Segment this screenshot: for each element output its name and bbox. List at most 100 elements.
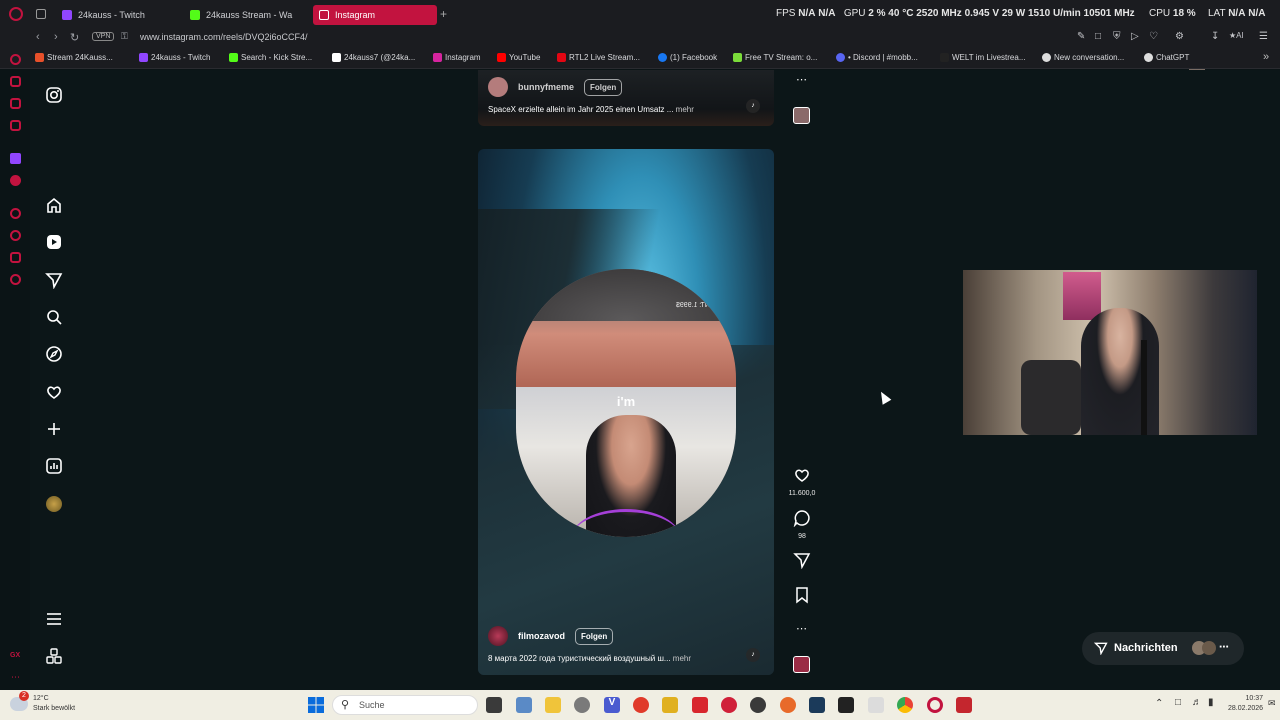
- extensions-icon[interactable]: ⚙: [1175, 31, 1184, 42]
- app-icon[interactable]: [662, 697, 678, 713]
- calculator-icon[interactable]: [516, 697, 532, 713]
- obs-icon[interactable]: [750, 697, 766, 713]
- snapshot-icon[interactable]: □: [1095, 31, 1101, 42]
- windows-start-icon[interactable]: [308, 697, 324, 713]
- bookmark-item[interactable]: WELT im Livestrea...: [940, 53, 1026, 62]
- reel-previous[interactable]: bunnyfmeme Folgen SpaceX erzielte allein…: [478, 70, 774, 126]
- steam-icon[interactable]: [809, 697, 825, 713]
- shield-icon[interactable]: ⛨: [1113, 31, 1121, 42]
- download-icon[interactable]: ↧: [1211, 31, 1219, 42]
- pin-icon[interactable]: ✎: [1077, 31, 1085, 42]
- app-icon[interactable]: [868, 697, 884, 713]
- bookmark-item[interactable]: • Discord | #mobb...: [836, 53, 918, 62]
- reel-caption[interactable]: SpaceX erzielte allein im Jahr 2025 eine…: [488, 105, 694, 114]
- forward-button[interactable]: ›: [54, 31, 58, 43]
- tab-instagram[interactable]: Instagram: [313, 5, 437, 25]
- tab-twitch[interactable]: 24kauss - Twitch: [56, 5, 174, 25]
- opera-music-icon[interactable]: [10, 175, 21, 186]
- battery-icon[interactable]: ▮: [1208, 697, 1214, 708]
- back-button[interactable]: ‹: [36, 31, 40, 43]
- bookmark-item[interactable]: Stream 24Kauss...: [35, 53, 113, 62]
- mouse-app-icon[interactable]: [574, 697, 590, 713]
- reels-icon[interactable]: [45, 233, 63, 251]
- app-icon[interactable]: [780, 697, 796, 713]
- explore-icon[interactable]: [45, 345, 63, 363]
- like-button[interactable]: 11.600,0: [789, 466, 815, 497]
- gx-icon[interactable]: GX: [10, 652, 20, 659]
- bookmark-item[interactable]: Search - Kick Stre...: [229, 53, 312, 62]
- comment-button[interactable]: 98: [792, 509, 812, 540]
- network-icon[interactable]: □: [1175, 697, 1181, 708]
- file-explorer-icon[interactable]: [545, 697, 561, 713]
- lock-icon[interactable]: ⚿: [121, 31, 128, 42]
- direct-send-icon[interactable]: [45, 271, 63, 289]
- mute-icon[interactable]: ♪: [746, 99, 760, 113]
- bookmark-item[interactable]: 24kauss7 (@24ka...: [332, 53, 415, 62]
- taskbar-search[interactable]: ⚲ Suche: [332, 695, 478, 715]
- messages-button[interactable]: Nachrichten ⋯: [1082, 632, 1244, 665]
- more-options-icon[interactable]: ⋯: [796, 622, 807, 635]
- more-link[interactable]: mehr: [673, 654, 691, 663]
- audio-thumbnail[interactable]: [793, 656, 810, 673]
- create-icon[interactable]: [45, 420, 63, 438]
- menu-icon[interactable]: ☰: [1259, 31, 1268, 42]
- opera-gx-taskbar-icon[interactable]: [633, 697, 649, 713]
- app-icon[interactable]: [721, 697, 737, 713]
- more-link[interactable]: mehr: [676, 105, 694, 114]
- home-icon[interactable]: [45, 196, 63, 214]
- reel-current[interactable]: NT: 1.999$ i'm filmozavod Folgen 8 марта…: [478, 149, 774, 675]
- taskbar-clock[interactable]: 10:37 28.02.2026: [1228, 694, 1263, 714]
- author-avatar[interactable]: [488, 77, 508, 97]
- bookmark-item[interactable]: YouTube: [497, 53, 540, 62]
- notifications-heart-icon[interactable]: [45, 383, 63, 401]
- extensions-sidebar-icon[interactable]: [10, 252, 21, 263]
- dashboard-icon[interactable]: [45, 457, 63, 475]
- more-menu-icon[interactable]: [45, 610, 63, 628]
- author-avatar[interactable]: [488, 626, 508, 646]
- mute-icon[interactable]: ♪: [746, 648, 760, 662]
- author-username[interactable]: bunnyfmeme: [518, 82, 574, 92]
- more-options-icon[interactable]: ⋯: [796, 73, 807, 86]
- heart-icon[interactable]: ♡: [1149, 31, 1158, 42]
- tab-workspace-icon[interactable]: [36, 9, 46, 19]
- also-from-meta-icon[interactable]: [45, 647, 63, 665]
- url-field[interactable]: www.instagram.com/reels/DVQ2i6oCCF4/: [140, 32, 308, 42]
- app-icon[interactable]: [838, 697, 854, 713]
- volume-icon[interactable]: ♬: [1192, 697, 1202, 708]
- aria-icon[interactable]: [10, 76, 21, 87]
- share-button[interactable]: [792, 551, 812, 574]
- search-icon[interactable]: [45, 308, 63, 326]
- tab-kick[interactable]: 24kauss Stream - Wa: [184, 5, 306, 25]
- bookmark-item[interactable]: RTL2 Live Stream...: [557, 53, 640, 62]
- app-icon[interactable]: [692, 697, 708, 713]
- bookmark-item[interactable]: Instagram: [433, 53, 481, 62]
- bookmark-item[interactable]: Free TV Stream: o...: [733, 53, 817, 62]
- follow-button[interactable]: Folgen: [575, 627, 614, 645]
- save-button[interactable]: [792, 586, 812, 609]
- app-icon[interactable]: [956, 697, 972, 713]
- bookmark-item[interactable]: New conversation...: [1042, 53, 1124, 62]
- settings-icon[interactable]: [10, 274, 21, 285]
- speed-dial-icon[interactable]: [10, 54, 21, 65]
- notification-center-icon[interactable]: ✉: [1268, 698, 1276, 709]
- profile-avatar[interactable]: [46, 496, 62, 512]
- new-tab-button[interactable]: +: [440, 7, 447, 21]
- play-icon[interactable]: ▷: [1131, 31, 1139, 42]
- chrome-icon[interactable]: [897, 697, 913, 713]
- v-app-icon[interactable]: V: [604, 697, 620, 713]
- vpn-badge[interactable]: VPN: [92, 32, 115, 41]
- more-icon[interactable]: ⋯: [11, 672, 20, 683]
- task-view-icon[interactable]: [486, 697, 502, 713]
- follow-button[interactable]: Folgen: [584, 78, 623, 96]
- bookmark-item[interactable]: 24kauss - Twitch: [139, 53, 210, 62]
- ai-icon[interactable]: ★AI: [1229, 31, 1244, 40]
- instagram-logo-icon[interactable]: [45, 86, 63, 104]
- bookmarks-overflow-icon[interactable]: »: [1263, 51, 1269, 63]
- twitch-sidebar-icon[interactable]: [10, 153, 21, 164]
- player-icon[interactable]: [10, 208, 21, 219]
- reload-button[interactable]: ↻: [70, 31, 79, 44]
- weather-widget[interactable]: 12°C Stark bewölkt: [33, 694, 75, 714]
- messenger-icon[interactable]: [10, 98, 21, 109]
- tray-overflow-icon[interactable]: ⌃: [1155, 698, 1163, 709]
- history-icon[interactable]: [10, 230, 21, 241]
